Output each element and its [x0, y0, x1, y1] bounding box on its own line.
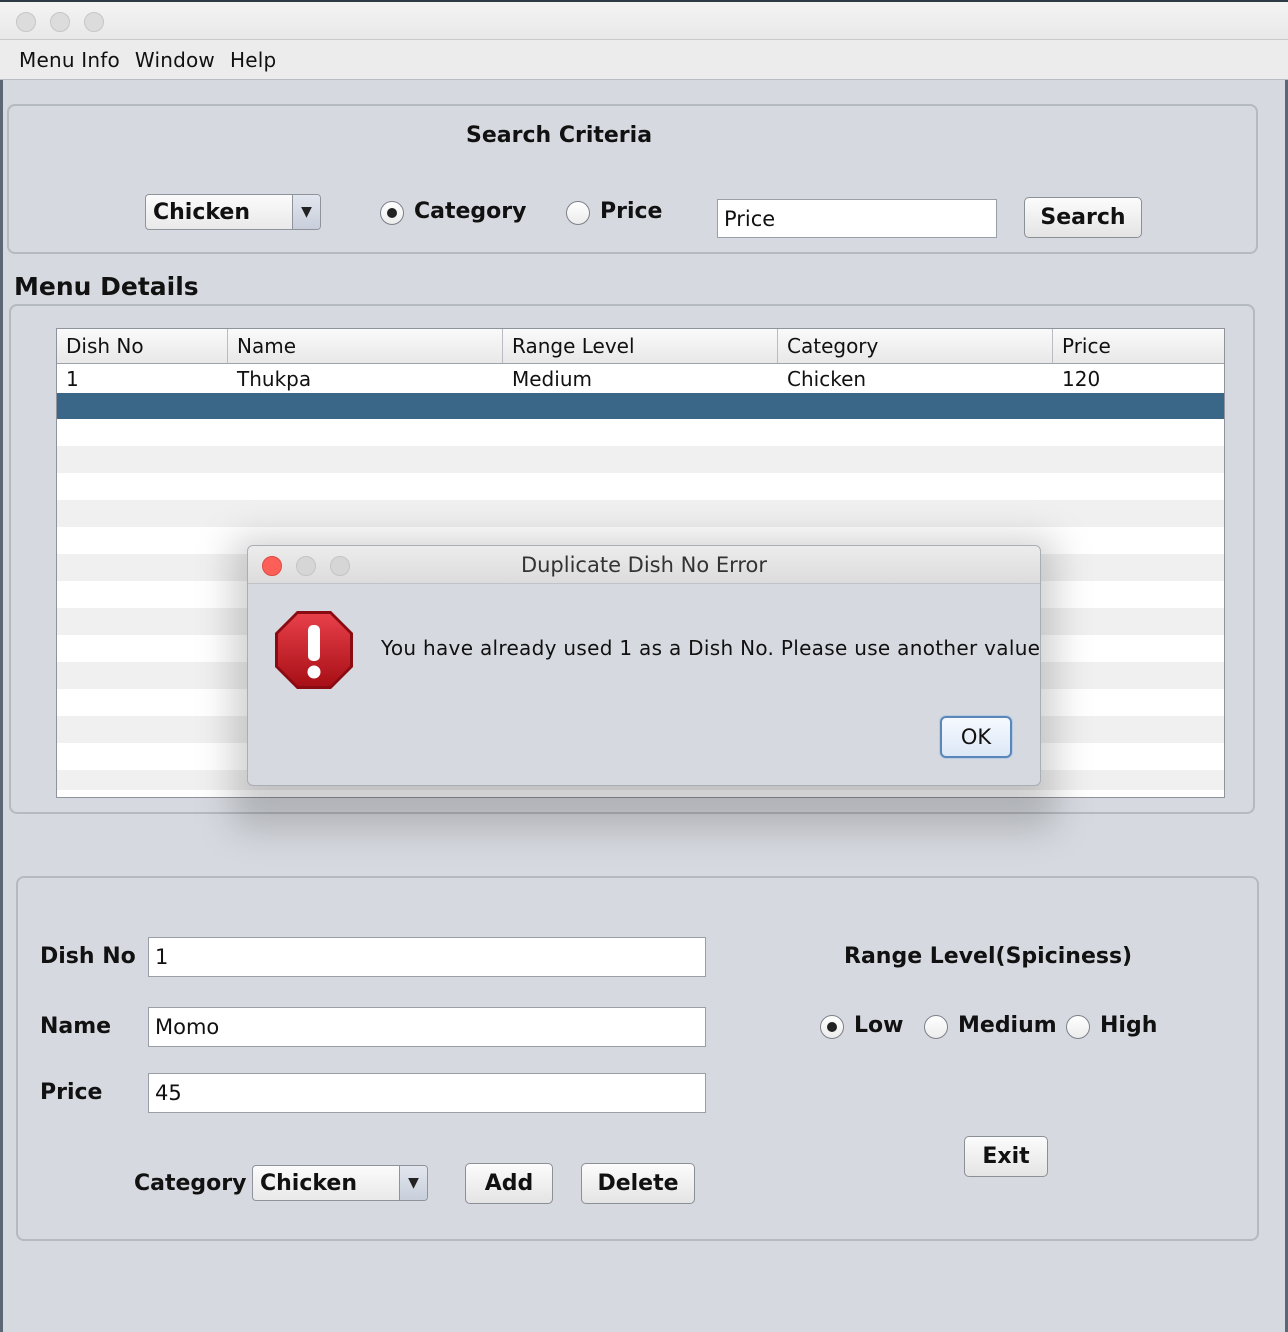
category-radio[interactable] — [380, 201, 404, 225]
dialog-titlebar: Duplicate Dish No Error — [248, 546, 1040, 584]
table-cell: Medium — [512, 366, 592, 391]
search-criteria-panel: Search Criteria Chicken ▼ Category Price… — [7, 104, 1258, 254]
dish-no-label: Dish No — [40, 944, 136, 969]
price-label: Price — [40, 1080, 103, 1105]
price-field[interactable]: 45 — [148, 1073, 706, 1113]
table-row-empty[interactable] — [57, 500, 1224, 527]
menu-item-menu-info[interactable]: Menu Info — [19, 48, 120, 72]
ok-button[interactable]: OK — [940, 716, 1012, 758]
window-zoom-button[interactable] — [84, 12, 104, 32]
dialog-zoom-button — [330, 556, 350, 576]
menu-bar: Menu Info Window Help — [0, 40, 1288, 80]
table-row-empty[interactable] — [57, 473, 1224, 500]
dish-form-panel: Dish No 1 Name Momo Price 45 Category Ch… — [16, 876, 1259, 1241]
search-category-combo-value: Chicken — [153, 199, 251, 225]
chevron-down-icon[interactable]: ▼ — [292, 195, 320, 229]
column-header-dish-no[interactable]: Dish No — [57, 329, 228, 363]
menu-item-window[interactable]: Window — [135, 48, 215, 72]
column-header-price[interactable]: Price — [1053, 329, 1224, 363]
dialog-close-button[interactable] — [262, 556, 282, 576]
menu-details-title: Menu Details — [14, 272, 199, 301]
category-radio-label[interactable]: Category — [414, 199, 526, 224]
delete-button[interactable]: Delete — [581, 1163, 695, 1204]
column-header-name[interactable]: Name — [228, 329, 503, 363]
column-header-range-level[interactable]: Range Level — [503, 329, 778, 363]
dialog-minimize-button — [296, 556, 316, 576]
error-dialog: Duplicate Dish No Error You have already… — [247, 545, 1041, 786]
table-header: Dish No Name Range Level Category Price — [57, 329, 1224, 364]
price-radio[interactable] — [566, 201, 590, 225]
range-medium-label[interactable]: Medium — [958, 1013, 1057, 1038]
table-row[interactable]: 1 Thukpa Medium Chicken 120 — [57, 364, 1224, 393]
name-label: Name — [40, 1014, 112, 1039]
window-titlebar — [0, 0, 1288, 40]
range-high-radio[interactable] — [1066, 1015, 1090, 1039]
search-input[interactable]: Price — [717, 199, 997, 238]
table-row-empty[interactable] — [57, 446, 1224, 473]
table-row-selected[interactable] — [57, 393, 1224, 419]
exit-button[interactable]: Exit — [964, 1136, 1048, 1177]
category-combo[interactable]: Chicken ▼ — [252, 1165, 428, 1201]
table-cell: Chicken — [787, 366, 867, 391]
dialog-message: You have already used 1 as a Dish No. Pl… — [381, 636, 1041, 660]
range-level-title: Range Level(Spiciness) — [844, 944, 1133, 969]
column-header-category[interactable]: Category — [778, 329, 1053, 363]
dialog-title: Duplicate Dish No Error — [520, 552, 768, 577]
search-category-combo[interactable]: Chicken ▼ — [145, 194, 321, 230]
table-cell: 1 — [66, 366, 79, 391]
price-radio-label[interactable]: Price — [600, 199, 662, 224]
window-close-button[interactable] — [16, 12, 36, 32]
name-field[interactable]: Momo — [148, 1007, 706, 1047]
dish-no-field[interactable]: 1 — [148, 937, 706, 977]
range-low-radio[interactable] — [820, 1015, 844, 1039]
search-button[interactable]: Search — [1024, 197, 1142, 238]
range-high-label[interactable]: High — [1100, 1013, 1157, 1038]
category-combo-value: Chicken — [260, 1170, 358, 1196]
table-cell: 120 — [1062, 366, 1101, 391]
chevron-down-icon[interactable]: ▼ — [399, 1166, 427, 1200]
range-low-label[interactable]: Low — [854, 1013, 903, 1038]
table-row-empty[interactable] — [57, 419, 1224, 446]
table-cell: Thukpa — [237, 366, 312, 391]
search-criteria-title: Search Criteria — [466, 123, 653, 148]
window-minimize-button[interactable] — [50, 12, 70, 32]
menu-item-help[interactable]: Help — [230, 48, 276, 72]
range-medium-radio[interactable] — [924, 1015, 948, 1039]
category-label: Category — [134, 1171, 247, 1196]
add-button[interactable]: Add — [465, 1163, 553, 1204]
window-border-left — [0, 80, 3, 1332]
error-stop-icon — [273, 609, 355, 691]
